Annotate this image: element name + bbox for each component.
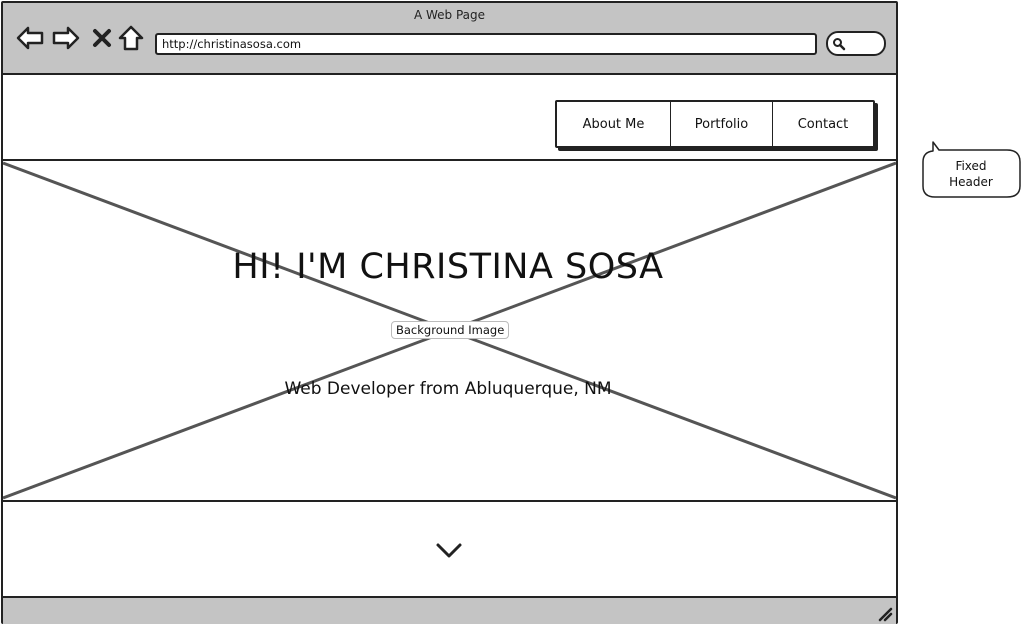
fixed-header-callout: Fixed Header [921, 140, 1021, 198]
close-icon [93, 29, 111, 47]
scroll-section [3, 502, 896, 596]
back-button[interactable] [15, 23, 45, 53]
callout-text: Fixed Header [949, 159, 993, 189]
search-icon [833, 38, 846, 51]
hero-title: HI! I'M CHRISTINA SOSA [232, 247, 664, 287]
arrow-left-icon [16, 26, 44, 50]
search-box[interactable] [826, 31, 886, 56]
window-title: A Web Page [413, 8, 486, 22]
hero-subtitle: Web Developer from Abluquerque, NM [284, 379, 612, 399]
nav-item-about-me[interactable]: About Me [557, 102, 671, 146]
nav-item-contact[interactable]: Contact [773, 102, 873, 146]
resize-grip-icon[interactable] [877, 606, 893, 622]
mockup-canvas: A Web Page http://christinasosa.com Abou… [0, 0, 1023, 625]
site-header: About Me Portfolio Contact [3, 75, 896, 161]
forward-button[interactable] [51, 23, 81, 53]
hero-section: HI! I'M CHRISTINA SOSA Background Image … [3, 161, 896, 502]
background-image-label: Background Image [391, 321, 510, 339]
home-icon [118, 25, 144, 51]
browser-window: A Web Page http://christinasosa.com Abou… [1, 1, 898, 624]
status-bar [3, 596, 896, 624]
nav-item-portfolio[interactable]: Portfolio [671, 102, 773, 146]
address-bar[interactable]: http://christinasosa.com [155, 33, 817, 55]
arrow-right-icon [52, 26, 80, 50]
chevron-down-icon[interactable] [435, 542, 463, 560]
nav-menu: About Me Portfolio Contact [555, 100, 875, 148]
home-button[interactable] [116, 23, 146, 53]
browser-toolbar: A Web Page http://christinasosa.com [3, 3, 896, 75]
stop-button[interactable] [87, 23, 117, 53]
